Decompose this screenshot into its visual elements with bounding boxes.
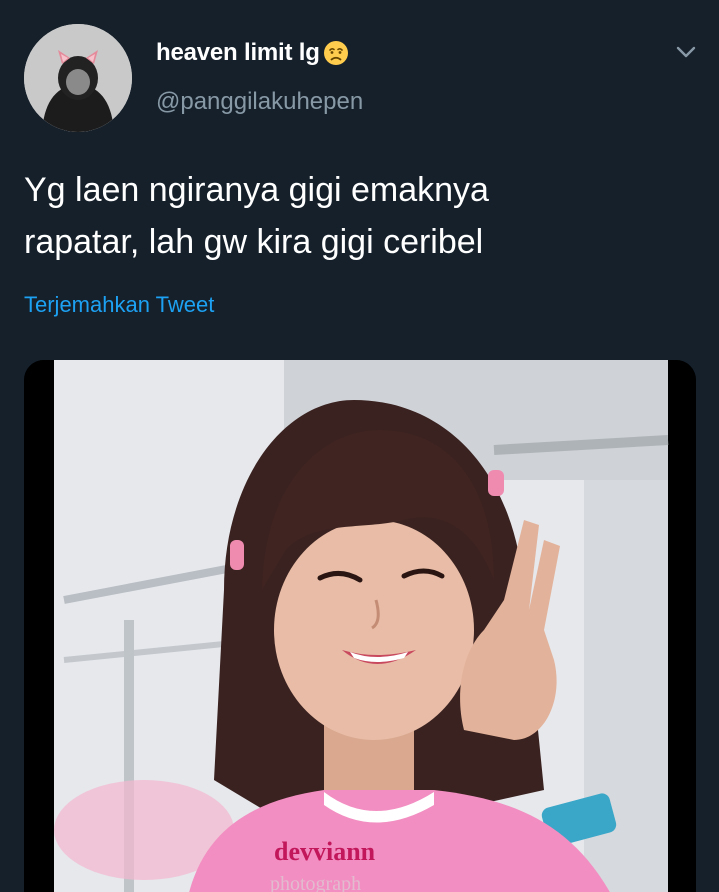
tweet-media-image[interactable]: devviann photograph [24, 360, 696, 892]
avatar[interactable] [24, 24, 132, 132]
chevron-down-icon[interactable] [674, 40, 698, 64]
watermark-subtext: photograph [270, 873, 361, 892]
tweet-card: heaven limit lg @panggilakuhepen Yg laen… [0, 0, 719, 892]
tweet-text: Yg laen ngiranya gigi emaknya rapatar, l… [24, 171, 489, 261]
avatar-image [24, 24, 132, 132]
display-name[interactable]: heaven limit lg [156, 39, 320, 67]
photo-illustration: devviann photograph [24, 360, 696, 892]
confused-face-emoji-icon [323, 41, 348, 65]
user-handle[interactable]: @panggilakuhepen [156, 88, 363, 116]
display-name-row[interactable]: heaven limit lg [156, 38, 350, 68]
watermark-text: devviann [274, 837, 376, 866]
translate-tweet-link[interactable]: Terjemahkan Tweet [24, 292, 214, 318]
